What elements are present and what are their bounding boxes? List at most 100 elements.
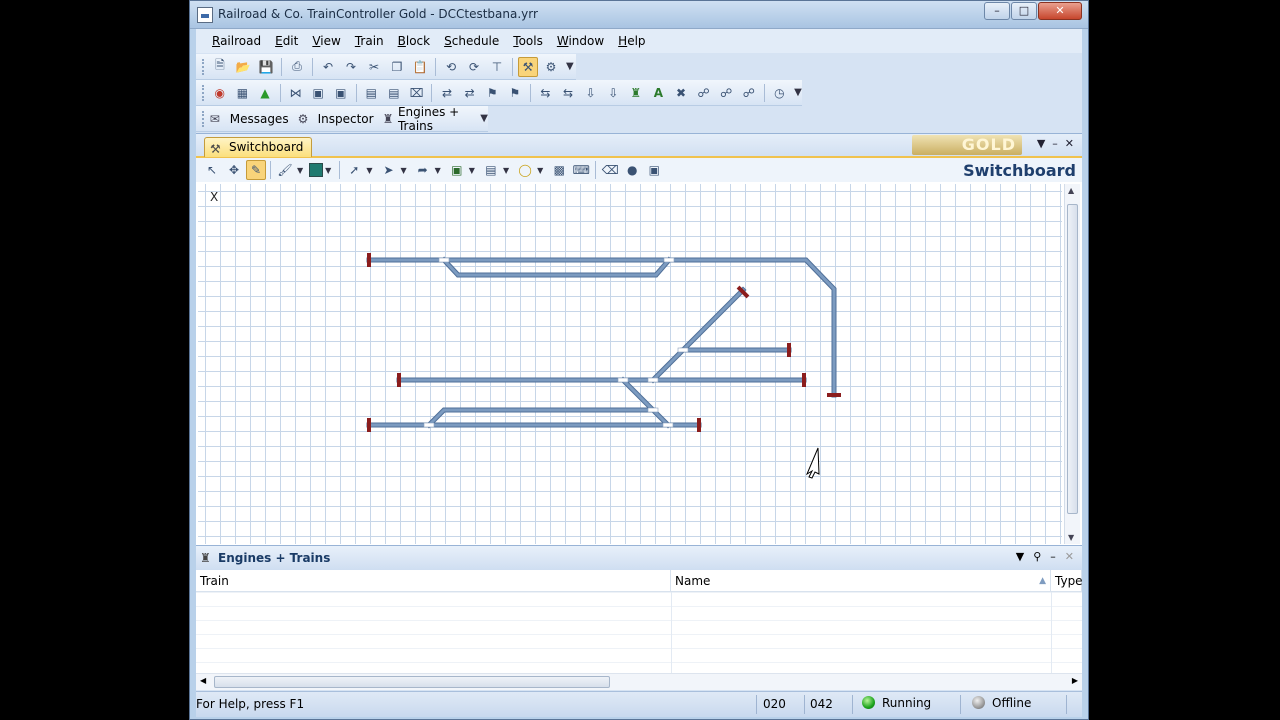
cut-icon[interactable]: ✂ [364,57,384,77]
column-header-name[interactable]: Name ▲ [671,570,1051,592]
copy-icon[interactable]: ❐ [387,57,407,77]
vertical-scrollbar[interactable]: ▲ ▼ [1064,184,1080,544]
menu-edit[interactable]: Edit [269,32,304,50]
block-icon[interactable]: ▣ [331,83,351,103]
signal-icon[interactable]: ▤ [384,83,404,103]
column-header-train[interactable]: Train [196,570,671,592]
tab-list-icon[interactable]: ▼ [1037,137,1045,150]
flag-icon[interactable]: ⚑ [505,83,525,103]
menu-help[interactable]: Help [612,32,651,50]
turnout-switch[interactable] [677,347,689,353]
paste-icon[interactable]: 📋 [410,57,430,77]
color-swatch[interactable] [309,163,324,177]
close-button[interactable]: ✕ [1038,2,1082,20]
arrows-icon[interactable]: ⇆ [536,83,556,103]
offline-status[interactable]: Offline [972,696,1031,710]
pencil-icon[interactable]: ✎ [246,160,266,180]
minimize-button[interactable]: – [984,2,1010,20]
menu-schedule[interactable]: Schedule [438,32,505,50]
turnout-switch[interactable] [647,407,659,413]
picture-icon[interactable]: ▣ [644,160,664,180]
rotate-left-icon[interactable]: ⟲ [441,57,461,77]
flag-icon[interactable]: ⚑ [482,83,502,103]
turnout-switch[interactable] [663,257,675,263]
tab-switchboard[interactable]: ⚒ Switchboard [204,137,313,157]
toolbar-grip[interactable] [202,84,205,101]
label-icon[interactable]: ▩ [549,160,569,180]
panel-header[interactable]: ♜ Engines + Trains ▼ ⚲ – ✕ [196,546,1082,570]
route-icon[interactable]: ⇄ [437,83,457,103]
edit-mode-tools-icon[interactable]: ⚒ [518,56,538,77]
signal-icon[interactable]: ▣ [447,160,467,180]
pan-icon[interactable]: ✥ [224,160,244,180]
cross-icon[interactable]: ✖ [671,83,691,103]
block-icon[interactable]: ▤ [481,160,501,180]
toolbar-grip[interactable] [202,58,205,75]
clock-icon[interactable]: ◷ [770,83,790,103]
save-icon[interactable]: 💾 [256,57,276,77]
chevron-down-icon[interactable]: ▼ [469,166,475,175]
emergency-stop-icon[interactable]: ◉ [210,83,230,103]
operation-mode-icon[interactable]: ⚙ [541,57,561,77]
turnout-switch[interactable] [617,377,629,383]
buffer-stop[interactable] [802,373,806,387]
undo-icon[interactable]: ↶ [318,57,338,77]
filter-icon[interactable]: ⋈ [286,83,306,103]
maximize-button[interactable]: □ [1011,2,1037,20]
scroll-left-icon[interactable]: ◀ [200,676,206,685]
scroll-down-icon[interactable]: ▼ [1068,533,1074,542]
track-layout[interactable] [198,184,1062,544]
vertical-scroll-thumb[interactable] [1067,204,1078,514]
menu-window[interactable]: Window [551,32,610,50]
buffer-stop[interactable] [787,343,791,357]
toolbar-overflow-icon[interactable]: ▼ [566,61,574,72]
chevron-down-icon[interactable]: ▼ [435,166,441,175]
chevron-down-icon[interactable]: ▼ [297,166,303,175]
open-folder-icon[interactable]: 📂 [233,57,253,77]
turnout-switch[interactable] [647,377,659,383]
link-icon[interactable]: ☍ [694,83,714,103]
menu-train[interactable]: Train [349,32,390,50]
running-status[interactable]: Running [862,696,931,710]
train-icon[interactable]: ♜ [626,83,646,103]
chevron-down-icon[interactable]: ▼ [400,166,406,175]
print-icon[interactable]: ⎙ [287,57,307,77]
panel-minimize-icon[interactable]: – [1050,550,1056,563]
abc-icon[interactable]: ⌫ [600,160,620,180]
title-bar[interactable]: Railroad & Co. TrainController Gold - DC… [190,1,1088,29]
buffer-stop[interactable] [367,418,371,432]
text-field-icon[interactable]: ⌨ [571,160,591,180]
switchboard-grid[interactable] [198,184,1062,544]
engines-trains-button[interactable]: ♜ Engines + Trains [383,105,476,133]
turnout-switch[interactable] [662,422,674,428]
signal-icon[interactable]: ▤ [362,83,382,103]
link-icon[interactable]: ☍ [716,83,736,103]
toolbar-overflow-icon[interactable]: ▼ [480,113,488,124]
buffer-stop[interactable] [697,418,701,432]
new-file-icon[interactable]: 🗎 [210,57,230,77]
rotate-right-icon[interactable]: ⟳ [464,57,484,77]
horizontal-scroll-thumb[interactable] [214,676,610,688]
toolbar-overflow-icon[interactable]: ▼ [794,87,802,98]
start-go-icon[interactable]: ▲ [255,83,275,103]
scroll-right-icon[interactable]: ▶ [1072,676,1078,685]
redo-icon[interactable]: ↷ [341,57,361,77]
text-a-icon[interactable]: A [649,83,669,103]
chevron-down-icon[interactable]: ▼ [325,166,331,175]
crossing-icon[interactable]: ➦ [413,160,433,180]
chevron-down-icon[interactable]: ▼ [366,166,372,175]
column-header-type[interactable]: Type [1051,570,1083,592]
horizontal-scrollbar[interactable]: ◀ ▶ [196,673,1082,690]
menu-railroad[interactable]: Railroad [206,32,267,50]
toolbar-grip[interactable] [202,110,205,127]
palette-icon[interactable]: ● [622,160,642,180]
align-icon[interactable]: ⊤ [487,57,507,77]
inspector-button[interactable]: ⚙ Inspector [298,112,380,126]
panel-menu-icon[interactable]: ▼ [1016,550,1024,563]
panel-close-icon[interactable]: ✕ [1065,550,1074,563]
pin-icon[interactable]: ⚲ [1033,550,1041,563]
block-icon[interactable]: ▣ [308,83,328,103]
track-segment[interactable] [366,257,837,398]
menu-block[interactable]: Block [392,32,436,50]
down-arrow-icon[interactable]: ⇩ [603,83,623,103]
